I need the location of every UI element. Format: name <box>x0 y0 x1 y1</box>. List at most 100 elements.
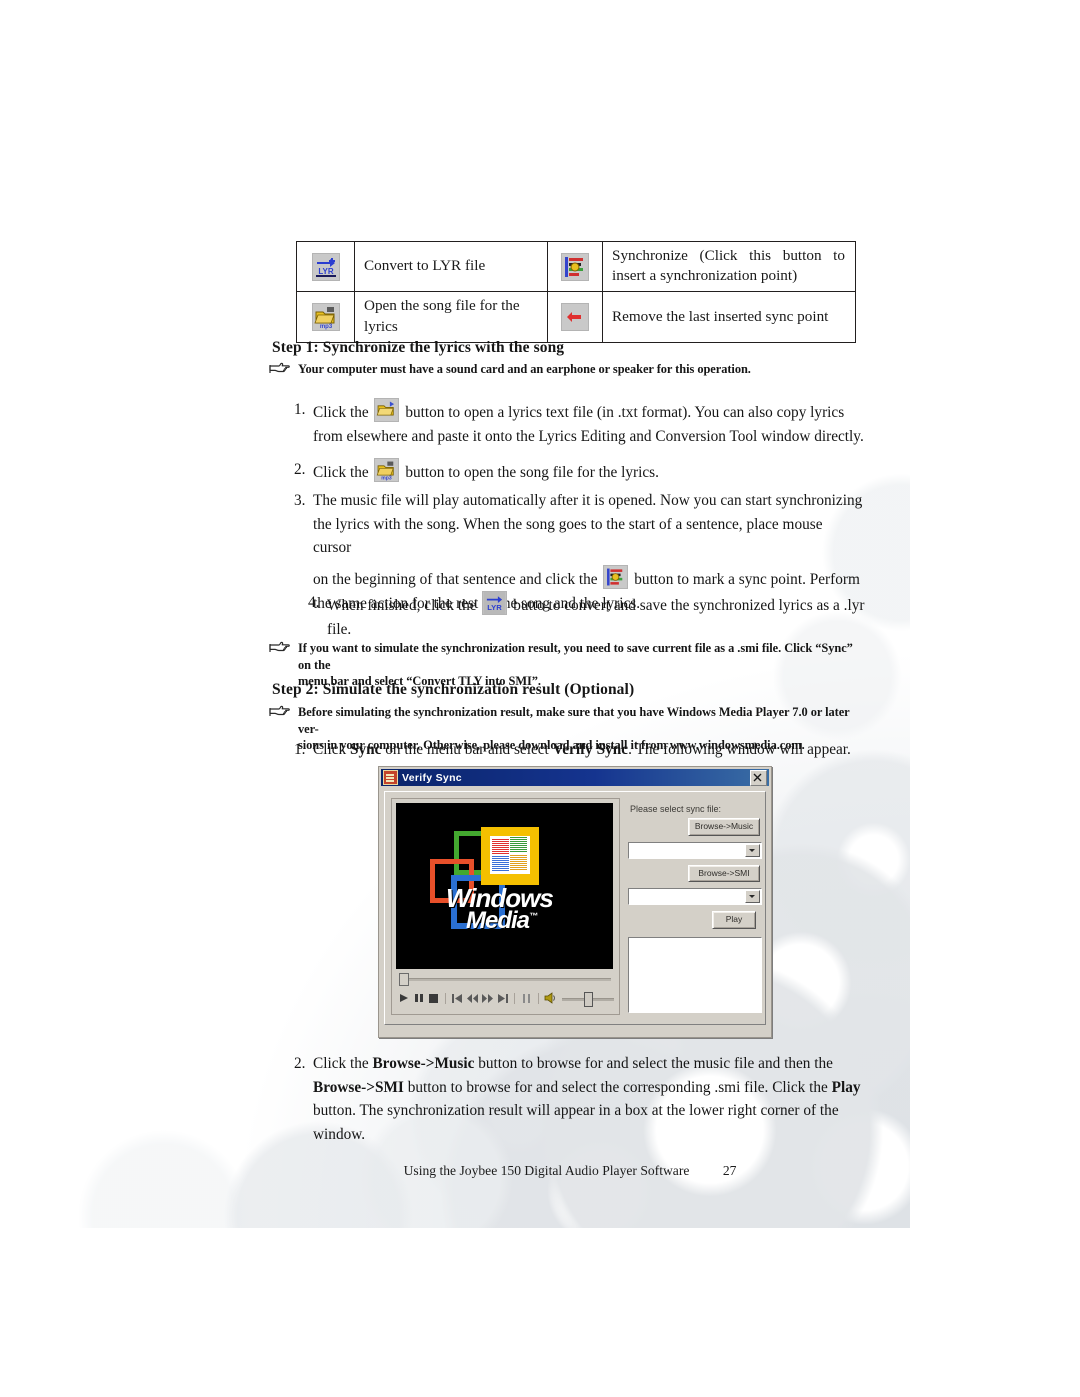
step1-item-1: 1. Click the button to open a lyrics tex… <box>294 398 864 448</box>
remove-sync-description: Remove the last inserted sync point <box>612 307 829 325</box>
synchronize-description-line2: insert a synchronization point) <box>612 267 798 285</box>
control-separator <box>538 992 539 1004</box>
step1-note-text: Your computer must have a sound card and… <box>298 362 751 376</box>
step1-item-2-pre: Click the <box>313 464 369 481</box>
table-cell-text-remove-sync: Remove the last inserted sync point <box>602 291 856 343</box>
step1-item-3-line1: The music file will play automatically a… <box>313 492 863 509</box>
step2-item-2-line3: button. The synchronization result will … <box>313 1102 839 1120</box>
step1-item-3-number: 3. <box>294 492 306 509</box>
svg-text:LYR: LYR <box>318 267 333 276</box>
wordmark-line2: Media™ <box>466 906 553 934</box>
windows-media-logo: Windows Media™ <box>424 825 584 943</box>
step1-note-2-line1: If you want to simulate the synchronizat… <box>298 641 853 672</box>
volume-icon[interactable] <box>543 990 558 1006</box>
step2-item-2-line2b: button to browse for and select the corr… <box>403 1078 832 1096</box>
table-cell-icon-convert-lyr: LYR <box>296 240 355 293</box>
step1-item-1-number: 1. <box>294 401 306 418</box>
wordmark-line2-text: Media <box>466 906 530 934</box>
previous-track-icon[interactable] <box>450 990 465 1006</box>
control-separator <box>445 992 446 1004</box>
step2-item-1-seg2: on the menu bar and select <box>381 741 553 758</box>
step2-item-2-bold-play: Play <box>831 1078 861 1096</box>
browse-smi-button[interactable]: Browse->SMI <box>688 864 760 882</box>
play-icon[interactable] <box>396 990 411 1006</box>
step2-item-1-bold-verify-sync: Verify Sync <box>552 741 629 758</box>
pause-bars-icon[interactable] <box>519 990 534 1006</box>
dialog-title: Verify Sync <box>402 771 462 784</box>
pause-icon[interactable] <box>411 990 426 1006</box>
step2-item-2: 2. Click the Browse->Music button to bro… <box>294 1052 869 1147</box>
chevron-down-icon[interactable] <box>745 843 760 857</box>
step1-item-3-line3-post: button to mark a sync point. Perform <box>634 571 860 589</box>
next-track-icon[interactable] <box>495 990 510 1006</box>
page-number: 27 <box>722 1163 737 1178</box>
fast-forward-icon[interactable] <box>480 990 495 1006</box>
pointing-hand-icon <box>268 641 298 655</box>
sync-file-panel: Please select sync file: Browse->Music B… <box>628 798 762 1013</box>
button-reference-table: LYR Convert to LYR file Synchronize (Cli… <box>296 240 856 343</box>
seek-slider-track <box>406 978 611 981</box>
table-row: LYR Convert to LYR file Synchronize (Cli… <box>296 240 856 293</box>
media-player-video-area: Windows Media™ <box>396 803 613 969</box>
volume-slider[interactable] <box>562 991 614 1007</box>
open-song-description: Open the song file for the lyrics <box>364 297 520 335</box>
transport-controls <box>396 987 614 1009</box>
flag-quadrant-blue <box>492 856 509 872</box>
open-song-file-icon: mp3 <box>374 458 400 482</box>
pointing-hand-icon <box>268 705 298 719</box>
step1-item-1-line1: button to open a lyrics text file (in .t… <box>405 404 845 421</box>
table-cell-text-open-song: Open the song file for the lyrics <box>354 291 548 343</box>
step2-item-2-number: 2. <box>294 1055 306 1072</box>
remove-sync-point-icon <box>561 303 589 332</box>
step2-item-1: 1. Click Sync on the menu bar and select… <box>294 738 869 762</box>
step2-item-1-number: 1. <box>294 741 306 758</box>
open-song-file-icon: mp3 <box>311 303 340 332</box>
seek-slider-thumb[interactable] <box>399 973 409 986</box>
media-player-pane: Windows Media™ <box>391 798 620 1015</box>
step1-item-2-number: 2. <box>294 461 306 478</box>
dialog-titlebar[interactable]: Verify Sync <box>381 769 769 786</box>
smi-file-combobox[interactable] <box>628 888 762 905</box>
step1-item-3-line3-pre: on the beginning of that sentence and cl… <box>313 571 598 589</box>
music-file-combobox[interactable] <box>628 841 762 859</box>
step1-item-4-line1: butto to convert and save the synchroniz… <box>513 597 865 614</box>
flag-quadrant-yellow <box>510 855 527 871</box>
table-cell-icon-open-song: mp3 <box>296 291 355 343</box>
step2-item-1-body: Click Sync on the menu bar and select Ve… <box>313 738 869 762</box>
step1-item-2-line1: button to open the song file for the lyr… <box>405 464 659 481</box>
seek-slider[interactable] <box>396 973 613 986</box>
chevron-down-icon[interactable] <box>745 890 760 903</box>
svg-text:mp3: mp3 <box>319 324 332 330</box>
step2-item-1-seg1: Click <box>313 741 350 758</box>
volume-slider-thumb[interactable] <box>584 992 593 1007</box>
play-button[interactable]: Play <box>712 911 756 929</box>
windows-media-wordmark: Windows Media™ <box>446 885 554 934</box>
convert-lyr-description: Convert to LYR file <box>364 257 486 275</box>
pointing-hand-icon <box>268 362 298 376</box>
synchronize-icon <box>561 252 589 281</box>
step1-item-1-body: Click the button to open a lyrics text f… <box>313 398 864 448</box>
step2-item-2-line2: Browse->SMI button to browse for and sel… <box>313 1076 869 1100</box>
table-cell-icon-synchronize <box>547 240 603 293</box>
synchronize-description: Synchronize (Click this button to insert… <box>603 242 855 291</box>
browse-music-button[interactable]: Browse->Music <box>688 818 760 836</box>
step2-item-2-bold-browse-smi: Browse->SMI <box>313 1078 404 1096</box>
flag-quadrant-green <box>510 837 527 853</box>
step2-item-2-line1c: button to browse for and select the musi… <box>474 1055 833 1072</box>
convert-to-lyr-icon: LYR <box>311 252 340 281</box>
close-icon[interactable] <box>750 769 767 786</box>
step2-item-2-bold-browse-music: Browse->Music <box>372 1055 475 1072</box>
step1-item-2: 2. Click the mp3 button to open the song… <box>294 458 864 485</box>
step2-heading: Step 2: Simulate the synchronization res… <box>272 681 635 698</box>
step2-item-2-line4: window. <box>313 1126 366 1144</box>
verify-sync-dialog[interactable]: Verify Sync Windows Media™ Please select… <box>378 766 772 1038</box>
svg-text:LYR: LYR <box>488 603 503 612</box>
sync-result-box[interactable] <box>628 937 762 1013</box>
step1-item-1-line2: from elsewhere and paste it onto the Lyr… <box>313 427 864 445</box>
windows-flag-icon <box>490 836 530 874</box>
step2-item-2-line1a: Click the <box>313 1055 373 1072</box>
dialog-body: Windows Media™ Please select sync file: … <box>384 791 766 1025</box>
rewind-icon[interactable] <box>465 990 480 1006</box>
stop-icon[interactable] <box>426 990 441 1006</box>
step1-item-4-body: When finished, click the LYR butto to co… <box>327 591 868 641</box>
